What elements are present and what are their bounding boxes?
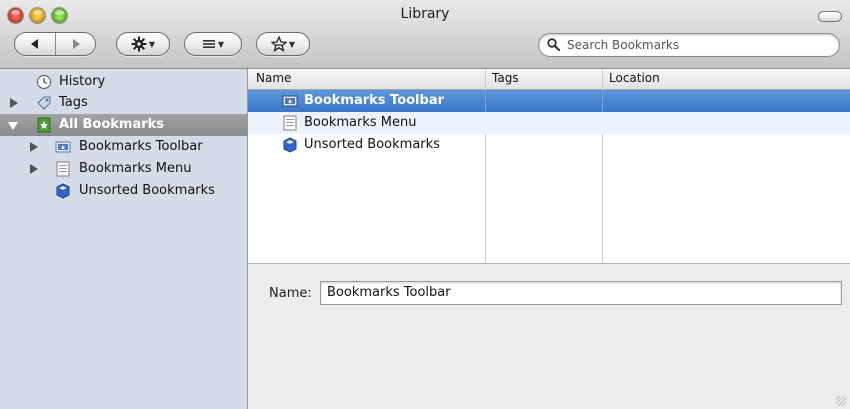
forward-button[interactable] xyxy=(56,33,95,55)
back-button[interactable] xyxy=(15,33,55,55)
column-header-location[interactable]: Location xyxy=(609,71,660,85)
column-header-name[interactable]: Name xyxy=(256,71,291,85)
back-arrow-icon xyxy=(31,39,38,49)
sidebar-item-bookmarks-menu[interactable]: Bookmarks Menu xyxy=(0,158,247,180)
organize-button[interactable]: ▼ xyxy=(116,32,170,56)
list-icon xyxy=(202,40,215,48)
views-button[interactable]: ▼ xyxy=(184,32,242,56)
gear-icon xyxy=(131,36,147,52)
table-header: Name Tags Location xyxy=(248,69,850,90)
sidebar-item-unsorted-bookmarks[interactable]: Unsorted Bookmarks xyxy=(0,180,247,202)
sidebar-item-label: Tags xyxy=(59,95,88,110)
sidebar-item-label: Bookmarks Menu xyxy=(79,161,192,176)
toolbar-folder-icon xyxy=(282,95,298,107)
forward-arrow-icon xyxy=(72,39,80,49)
table-row[interactable]: Bookmarks Menu xyxy=(248,112,850,134)
sidebar-item-all-bookmarks[interactable]: All Bookmarks xyxy=(0,114,247,136)
row-name: Bookmarks Toolbar xyxy=(304,93,445,108)
table-row[interactable]: Bookmarks Toolbar xyxy=(248,90,850,112)
search-box xyxy=(538,33,840,57)
tag-icon xyxy=(37,96,51,110)
toolbar-toggle-button[interactable] xyxy=(818,11,842,22)
unsorted-icon xyxy=(56,183,70,199)
disclosure-triangle[interactable] xyxy=(10,98,18,108)
row-name: Unsorted Bookmarks xyxy=(304,137,440,152)
navigation-buttons xyxy=(14,32,96,56)
clock-icon xyxy=(36,74,52,90)
name-field-value: Bookmarks Toolbar xyxy=(327,285,451,300)
sidebar-item-label: Unsorted Bookmarks xyxy=(79,183,215,198)
import-backup-button[interactable]: ▼ xyxy=(256,32,310,56)
sidebar-item-label: All Bookmarks xyxy=(59,117,165,132)
star-icon xyxy=(270,36,287,52)
disclosure-triangle[interactable] xyxy=(30,164,38,174)
toolbar-folder-icon xyxy=(55,141,71,153)
table-row[interactable]: Unsorted Bookmarks xyxy=(248,134,850,156)
sidebar-item-history[interactable]: History xyxy=(0,71,247,93)
sidebar: History Tags All Bookmarks Bookmarks Too… xyxy=(0,69,248,409)
disclosure-triangle[interactable] xyxy=(30,142,38,152)
window-title: Library xyxy=(400,6,450,22)
library-window: Library ▼ ▼ ▼ Search Bookmarks History T… xyxy=(0,0,850,409)
details-pane: Name: Bookmarks Toolbar xyxy=(248,263,850,409)
column-header-tags[interactable]: Tags xyxy=(492,71,519,85)
search-input[interactable] xyxy=(565,36,829,54)
name-field[interactable]: Bookmarks Toolbar xyxy=(320,281,842,305)
name-label: Name: xyxy=(269,286,312,301)
bookmarks-icon xyxy=(37,117,51,133)
sidebar-item-label: History xyxy=(59,74,106,89)
search-icon xyxy=(547,38,560,51)
unsorted-icon xyxy=(283,137,297,153)
sidebar-item-tags[interactable]: Tags xyxy=(0,92,247,114)
disclosure-triangle[interactable] xyxy=(8,122,18,130)
sidebar-item-label: Bookmarks Toolbar xyxy=(79,139,203,154)
menu-folder-icon xyxy=(283,115,297,131)
sidebar-item-bookmarks-toolbar[interactable]: Bookmarks Toolbar xyxy=(0,136,247,158)
row-name: Bookmarks Menu xyxy=(304,115,417,130)
title-toolbar: Library ▼ ▼ ▼ Search Bookmarks xyxy=(0,0,850,69)
menu-folder-icon xyxy=(56,161,70,177)
resize-grip[interactable] xyxy=(836,396,846,406)
